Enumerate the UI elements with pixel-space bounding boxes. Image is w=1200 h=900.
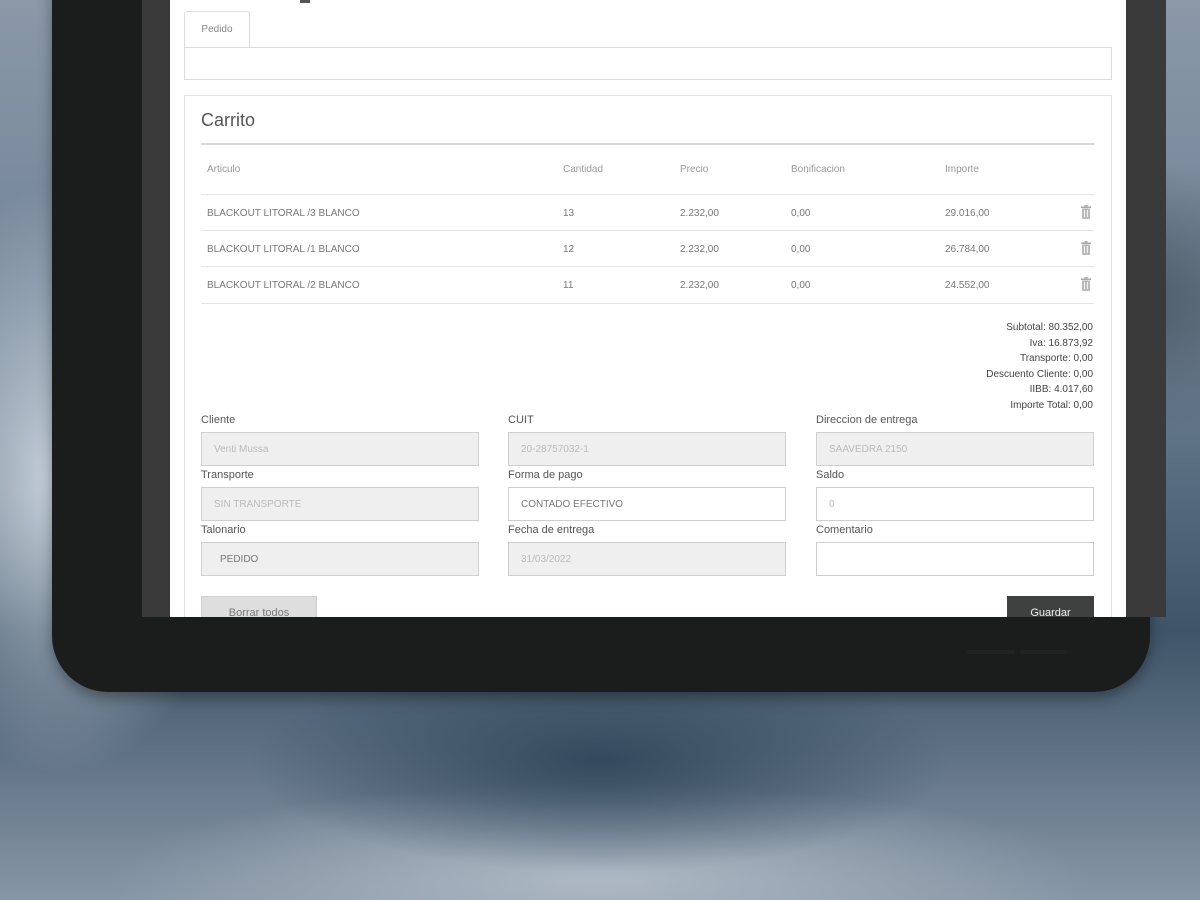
- cell-bonificacion: 0,00: [791, 244, 811, 255]
- cart-title: Carrito: [201, 110, 256, 130]
- cell-cantidad: 11: [563, 280, 574, 291]
- cuit-field[interactable]: 20-28757032-1: [508, 432, 786, 466]
- iva-text: Iva: 16.873,92: [1029, 337, 1093, 349]
- table-row: BLACKOUT LITORAL /1 BLANCO 12 2.232,00 0…: [201, 230, 1094, 267]
- cell-articulo: BLACKOUT LITORAL /3 BLANCO: [207, 208, 360, 219]
- saldo-label: Saldo: [816, 469, 845, 481]
- cell-cantidad: 12: [563, 244, 575, 255]
- cell-precio: 2.232,00: [680, 244, 719, 255]
- clear-all-button[interactable]: Borrar todos: [201, 596, 317, 617]
- tablet-side-button: [1020, 650, 1068, 654]
- comentario-field[interactable]: [816, 542, 1094, 576]
- save-button[interactable]: Guardar: [1007, 596, 1094, 617]
- column-header-importe: Importe: [945, 164, 979, 175]
- cell-importe: 29.016,00: [945, 208, 990, 219]
- cart-divider: [201, 143, 1094, 145]
- iibb-text: IIBB: 4.017,60: [1029, 384, 1093, 396]
- column-header-bonificacion: Bonificacion: [791, 164, 845, 175]
- transporte-total-text: Transporte: 0,00: [1019, 353, 1093, 365]
- direccion-field[interactable]: SAAVEDRA 2150: [816, 432, 1094, 466]
- column-header-articulo: Articulo: [207, 164, 241, 175]
- importe-total-text: Importe Total: 0,00: [1010, 399, 1093, 411]
- cell-bonificacion: 0,00: [791, 280, 811, 291]
- talonario-label: Talonario: [201, 524, 246, 536]
- trash-icon[interactable]: [1081, 241, 1091, 255]
- order-panel: Pedido Carrito Articulo Cantidad Precio …: [170, 0, 1126, 617]
- cliente-label: Cliente: [201, 414, 236, 426]
- subtotal-text: Subtotal: 80.352,00: [1006, 322, 1093, 333]
- tablet-side-button: [967, 650, 1015, 654]
- cell-articulo: BLACKOUT LITORAL /2 BLANCO: [207, 280, 360, 291]
- tab-content-area: [184, 47, 1112, 80]
- comentario-label: Comentario: [816, 524, 873, 536]
- cell-importe: 26.784,00: [945, 244, 990, 255]
- order-totals: Subtotal: 80.352,00 Iva: 16.873,92 Trans…: [986, 320, 1093, 414]
- saldo-field[interactable]: 0: [816, 487, 1094, 521]
- cell-articulo: BLACKOUT LITORAL /1 BLANCO: [207, 244, 360, 255]
- cart-card: Carrito Articulo Cantidad Precio Bonific…: [184, 95, 1112, 617]
- column-header-cantidad: Cantidad: [563, 164, 604, 175]
- tablet-frame: Pedido Carrito Articulo Cantidad Precio …: [52, 0, 1166, 692]
- cell-precio: 2.232,00: [680, 208, 719, 219]
- tablet-screen: Pedido Carrito Articulo Cantidad Precio …: [142, 0, 1166, 617]
- table-row: BLACKOUT LITORAL /2 BLANCO 11 2.232,00 0…: [201, 266, 1094, 304]
- forma-pago-field[interactable]: CONTADO EFECTIVO: [508, 487, 786, 521]
- cuit-label: CUIT: [508, 414, 534, 426]
- forma-pago-label: Forma de pago: [508, 469, 583, 481]
- cell-precio: 2.232,00: [680, 280, 719, 291]
- fecha-entrega-label: Fecha de entrega: [508, 524, 595, 536]
- tab-pedido[interactable]: Pedido: [184, 11, 250, 47]
- fecha-entrega-field[interactable]: 31/03/2022: [508, 542, 786, 576]
- talonario-select[interactable]: PEDIDO: [201, 542, 479, 576]
- column-header-precio: Precio: [680, 164, 709, 175]
- cell-cantidad: 13: [563, 208, 575, 219]
- trash-icon[interactable]: [1081, 205, 1091, 219]
- page-title-fragment: [300, 0, 310, 3]
- direccion-label: Direccion de entrega: [816, 414, 918, 426]
- descuento-text: Descuento Cliente: 0,00: [986, 368, 1093, 380]
- cell-bonificacion: 0,00: [791, 208, 811, 219]
- transporte-field[interactable]: SIN TRANSPORTE: [201, 487, 479, 521]
- trash-icon[interactable]: [1081, 277, 1091, 291]
- transporte-label: Transporte: [201, 469, 254, 481]
- cell-importe: 24.552,00: [945, 280, 990, 291]
- cliente-field[interactable]: Venti Mussa: [201, 432, 479, 466]
- table-row: BLACKOUT LITORAL /3 BLANCO 13 2.232,00 0…: [201, 194, 1094, 231]
